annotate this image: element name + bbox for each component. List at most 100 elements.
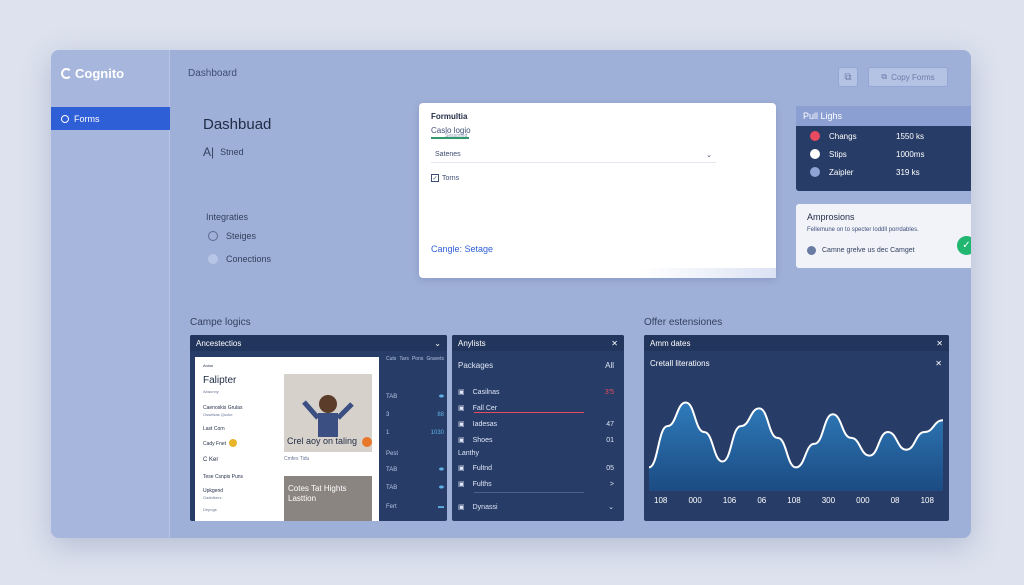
photo-thumbnail[interactable]: Crel aoy on taling xyxy=(284,374,372,452)
list-item-value: 3'5 xyxy=(604,388,614,396)
packages-filter[interactable]: All xyxy=(605,361,614,370)
toggle-icon: ⬬ xyxy=(438,467,444,473)
form-footer-bar xyxy=(641,268,776,278)
side-row-label: TAB xyxy=(386,485,398,491)
list-item-label: Casilnas xyxy=(472,388,500,396)
section-label-right: Offer estensiones xyxy=(644,317,723,328)
change-settings-link[interactable]: Cangle: Setage xyxy=(431,244,493,254)
close-icon[interactable]: ✕ xyxy=(611,339,618,348)
doc-line: Last Corn xyxy=(203,426,225,432)
packages-header: Packages All xyxy=(458,361,618,370)
doc-line: Upkgend xyxy=(203,488,224,494)
chevron-down-icon[interactable]: ⌄ xyxy=(434,339,441,348)
file-icon: ▣ xyxy=(458,421,465,428)
form-field-hint: Sessonnd xyxy=(445,133,468,139)
form-select[interactable]: Satenes ⌄ xyxy=(431,147,716,163)
logo-text: Cognito xyxy=(75,66,125,81)
chevron-down-icon: ⌄ xyxy=(608,504,614,511)
doc-title: Falipter xyxy=(203,375,237,386)
poll-row-label: Zaipler xyxy=(829,167,854,177)
list-item[interactable]: ▣ Iadesas 47 xyxy=(458,420,618,429)
file-icon: ▣ xyxy=(458,437,465,444)
doc-subtitle: Abaunny xyxy=(203,389,219,394)
info-icon xyxy=(810,149,820,159)
doc-line: C Ker xyxy=(203,457,219,463)
x-tick-label: 108 xyxy=(920,496,934,505)
list-item-value: 47 xyxy=(606,420,614,428)
dashboard-status: A| Stned xyxy=(203,145,244,159)
area-chart[interactable] xyxy=(649,373,943,491)
doc-line: Cady Fnet xyxy=(203,441,227,447)
close-icon[interactable]: ✕ xyxy=(935,359,942,368)
poll-card: Pull Lighs Changs 1550 ks Stips 1000ms Z… xyxy=(796,106,971,191)
doc-line: Caenoskis Grulas xyxy=(203,405,243,411)
chart-subtitle: Cretall literations xyxy=(650,359,710,368)
app-logo[interactable]: Cognito xyxy=(61,66,124,81)
photo-thumbnail-2[interactable]: Cotes Tat Hights Lasttion xyxy=(284,476,372,521)
sidebar-item-label: Forms xyxy=(74,113,100,124)
panel-title: Anylists xyxy=(458,339,486,348)
close-icon[interactable]: ✕ xyxy=(936,339,943,348)
list-item[interactable]: ▣ Shoes 01 xyxy=(458,436,618,445)
form-checkbox[interactable]: ✓ Torns xyxy=(431,174,459,182)
toggle-icon: ⬬ xyxy=(438,394,444,400)
file-icon: ▣ xyxy=(458,465,465,472)
x-tick-label: 300 xyxy=(821,496,836,505)
avatar xyxy=(807,246,816,255)
document-preview[interactable]: Anion Falipter Abaunny Caenoskis Grulas … xyxy=(195,357,379,521)
check-icon[interactable]: ✓ xyxy=(957,236,971,255)
chevron-down-icon: ⌄ xyxy=(706,151,712,159)
side-row-label: TAB xyxy=(386,467,398,473)
list-item-label: Fulths xyxy=(472,480,492,488)
divider xyxy=(474,492,584,493)
share-button[interactable]: ⧉ xyxy=(838,67,858,87)
x-tick-label: 108 xyxy=(654,496,668,505)
list-item[interactable]: Lanthy xyxy=(458,450,618,457)
doc-line: Ossetkas Qooke xyxy=(203,412,233,417)
side-row[interactable]: TAB ⬬ xyxy=(386,467,444,474)
list-item-label: Lanthy xyxy=(458,450,480,457)
side-row[interactable]: Fert ▬ xyxy=(386,504,444,510)
side-row[interactable]: 3 88 xyxy=(386,412,444,418)
packages-label: Packages xyxy=(458,361,494,370)
doc-tag: Anion xyxy=(203,363,214,368)
integration-item-connections[interactable]: Conections xyxy=(208,254,271,264)
x-tick-label: 106 xyxy=(722,496,737,505)
doc-line: Gaahlbers xyxy=(203,495,222,500)
copy-forms-button[interactable]: ⧉ Copy Forms xyxy=(868,67,948,87)
list-item[interactable]: ▣ Fultnd 05 xyxy=(458,464,618,473)
list-item[interactable]: ▣ Casilnas 3'5 xyxy=(458,388,618,397)
photo-subcaption: Cmfes Tidu xyxy=(284,456,310,462)
sidebar-item-forms[interactable]: Forms xyxy=(51,107,170,130)
chart-panel: Amm dates ✕ Cretall literations ✕ 108 000… xyxy=(644,335,949,521)
dashboard-status-label: Stned xyxy=(220,147,244,157)
ai-icon: A| xyxy=(203,145,215,159)
side-row[interactable]: TAB ⬬ xyxy=(386,394,444,401)
integration-item-stages[interactable]: Steiges xyxy=(208,231,256,241)
side-row-label: 3 xyxy=(386,412,390,418)
list-item[interactable]: ▣ Fall Cer xyxy=(458,404,618,413)
side-row[interactable]: Pest xyxy=(386,451,444,457)
side-row-label: 1 xyxy=(386,430,390,436)
side-row[interactable]: TAB ⬬ xyxy=(386,485,444,492)
list-item[interactable]: ▣ Dynassi ⌄ xyxy=(458,503,618,512)
badge-icon xyxy=(229,439,237,447)
list-item-label: Shoes xyxy=(472,436,493,444)
page-title: Dashboard xyxy=(188,68,237,79)
list-item-value: > xyxy=(609,480,614,488)
side-row[interactable]: 1 1030 xyxy=(386,430,444,436)
side-row-value: 88 xyxy=(437,412,444,418)
file-icon: ▣ xyxy=(458,504,465,511)
poll-row-value: 1000ms xyxy=(896,149,925,159)
side-row-label: Fert xyxy=(386,504,397,510)
file-icon: ▣ xyxy=(458,389,465,396)
forms-icon xyxy=(61,114,69,123)
app-window: Cognito Forms Dashboard ⧉ ⧉ Copy Forms D… xyxy=(51,50,971,538)
notification-user: Camne grelve us dec Camget xyxy=(807,246,915,255)
architecture-panel: Ancestectios ⌄ Anion Falipter Abaunny Ca… xyxy=(190,335,447,521)
side-head-cell: Gravets xyxy=(426,356,444,362)
file-icon: ▣ xyxy=(458,481,465,488)
side-head-cell: Tars xyxy=(399,356,409,362)
x-tick-label: 08 xyxy=(890,496,900,505)
list-item[interactable]: ▣ Fulths > xyxy=(458,480,618,489)
